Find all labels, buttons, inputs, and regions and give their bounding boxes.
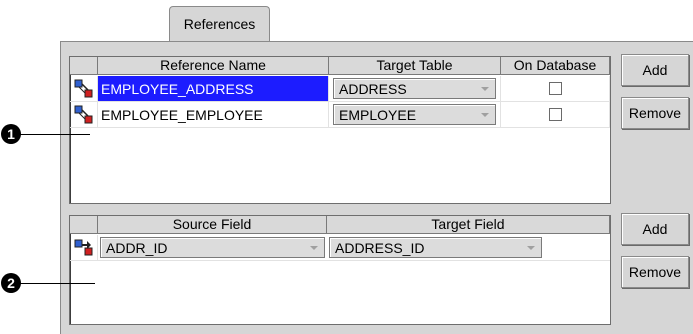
table-row[interactable]: ADDR_ID ADDRESS_ID — [70, 235, 610, 261]
chevron-down-icon — [310, 246, 318, 250]
reference-name-cell[interactable]: EMPLOYEE_EMPLOYEE — [98, 102, 329, 128]
callout-1-label: 1 — [7, 126, 15, 142]
on-database-cell — [501, 76, 610, 102]
row-icon-cell — [70, 76, 98, 102]
callout-2: 2 — [1, 273, 21, 293]
target-table-value: EMPLOYEE — [339, 106, 417, 123]
chevron-down-icon — [481, 87, 489, 91]
source-field-select[interactable]: ADDR_ID — [100, 237, 325, 258]
remove-field-button[interactable]: Remove — [621, 256, 689, 288]
add-field-button[interactable]: Add — [621, 213, 689, 245]
callout-1-leader — [20, 134, 90, 135]
target-field-select[interactable]: ADDRESS_ID — [329, 237, 542, 258]
target-table-cell: ADDRESS — [329, 76, 501, 102]
field-mapping-table: Source Field Target Field ADDR_ID ADDRES… — [69, 215, 611, 325]
reference-icon — [74, 79, 93, 98]
header-on-database[interactable]: On Database — [501, 57, 610, 75]
remove-field-label: Remove — [628, 264, 682, 280]
source-field-value: ADDR_ID — [106, 239, 168, 256]
row-icon-cell — [70, 235, 98, 261]
target-table-select[interactable]: EMPLOYEE — [333, 104, 496, 125]
field-mapping-icon — [74, 239, 93, 256]
reference-name: EMPLOYEE_ADDRESS — [101, 80, 254, 97]
target-table-cell: EMPLOYEE — [329, 102, 501, 128]
header-corner — [70, 216, 98, 234]
reference-name-cell[interactable]: EMPLOYEE_ADDRESS — [98, 76, 329, 102]
table-row[interactable]: EMPLOYEE_ADDRESS ADDRESS — [70, 76, 610, 102]
header-source-field[interactable]: Source Field — [98, 216, 327, 234]
add-reference-label: Add — [642, 62, 668, 78]
callout-2-label: 2 — [7, 275, 15, 291]
references-table: Reference Name Target Table On Database … — [69, 56, 611, 204]
target-field-value: ADDRESS_ID — [335, 239, 425, 256]
callout-1: 1 — [1, 124, 21, 144]
target-field-cell: ADDRESS_ID — [327, 235, 610, 261]
references-table-header: Reference Name Target Table On Database — [70, 57, 610, 75]
callout-2-leader — [20, 283, 95, 284]
add-reference-button[interactable]: Add — [621, 54, 689, 86]
row-icon-cell — [70, 102, 98, 128]
on-database-checkbox[interactable] — [548, 108, 562, 121]
chevron-down-icon — [527, 246, 535, 250]
on-database-cell — [501, 102, 610, 128]
header-reference-name[interactable]: Reference Name — [98, 57, 329, 75]
on-database-checkbox[interactable] — [548, 82, 562, 95]
target-table-value: ADDRESS — [339, 80, 407, 97]
chevron-down-icon — [481, 113, 489, 117]
reference-name: EMPLOYEE_EMPLOYEE — [101, 106, 263, 123]
table-row[interactable]: EMPLOYEE_EMPLOYEE EMPLOYEE — [70, 102, 610, 128]
add-field-label: Add — [642, 221, 668, 237]
field-mapping-table-header: Source Field Target Field — [70, 216, 610, 234]
source-field-cell: ADDR_ID — [98, 235, 327, 261]
header-target-field[interactable]: Target Field — [327, 216, 610, 234]
header-corner — [70, 57, 98, 75]
tab-references[interactable]: References — [169, 6, 270, 41]
tab-references-label: References — [183, 16, 256, 32]
remove-reference-button[interactable]: Remove — [621, 97, 689, 129]
header-target-table[interactable]: Target Table — [329, 57, 501, 75]
reference-icon — [74, 105, 93, 124]
target-table-select[interactable]: ADDRESS — [333, 78, 496, 99]
remove-reference-label: Remove — [628, 105, 682, 121]
